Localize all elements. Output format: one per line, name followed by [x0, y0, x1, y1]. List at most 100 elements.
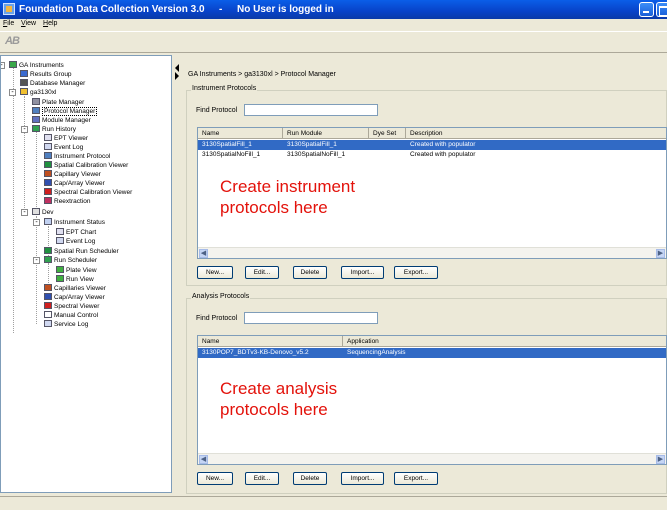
protocol-icon [32, 107, 40, 114]
scroll-left-icon[interactable]: ◀ [199, 249, 208, 258]
tree-item[interactable]: Plate Manager [32, 98, 84, 106]
tree-item[interactable]: EPT Chart [56, 228, 96, 236]
horizontal-scrollbar[interactable]: ◀ ▶ [198, 247, 666, 258]
horizontal-scrollbar[interactable]: ◀ ▶ [198, 453, 666, 464]
find-instrument-protocol-input[interactable] [244, 104, 378, 116]
tree-item-label: Spatial Calibration Viewer [54, 162, 129, 169]
menu-help[interactable]: Help [43, 20, 57, 27]
new-analysis-protocol-button[interactable]: New... [197, 472, 233, 485]
tree-item[interactable]: Event Log [44, 143, 83, 151]
export-instrument-protocol-button[interactable]: Export... [394, 266, 438, 279]
edit-instrument-protocol-button[interactable]: Edit... [245, 266, 279, 279]
tree-expander-icon[interactable]: - [21, 126, 28, 133]
tree-item[interactable]: Run History [32, 125, 76, 133]
instrument-icon [20, 88, 28, 95]
tree-item[interactable]: Service Log [44, 320, 88, 328]
folder-icon [32, 208, 40, 215]
menu-view[interactable]: View [21, 20, 36, 27]
column-header-name[interactable]: Name [198, 128, 283, 139]
tree-item-label: Results Group [30, 71, 72, 78]
collapse-right-icon[interactable] [175, 72, 179, 80]
import-analysis-protocol-button[interactable]: Import... [341, 472, 384, 485]
tree-item[interactable]: Instrument Status [44, 218, 105, 226]
tree-item[interactable]: EPT Viewer [44, 134, 88, 142]
tree-item[interactable]: Spectral Calibration Viewer [44, 188, 132, 196]
cell-name: 3130SpatialNoFill_1 [202, 151, 261, 158]
tree-item-label: Instrument Protocol [54, 153, 111, 160]
tree-item[interactable]: Spatial Calibration Viewer [44, 161, 128, 169]
column-header-dye-set[interactable]: Dye Set [369, 128, 406, 139]
tree-item[interactable]: Module Manager [32, 116, 91, 124]
collapse-left-icon[interactable] [175, 64, 179, 72]
tree-expander-icon[interactable]: - [33, 257, 40, 264]
table-row[interactable]: 3130SpatialNoFill_1 3130SpatialNoFill_1 … [198, 150, 666, 160]
export-analysis-protocol-button[interactable]: Export... [394, 472, 438, 485]
run-history-icon [32, 125, 40, 132]
tree-item-label: Manual Control [54, 312, 99, 319]
user-status: No User is logged in [237, 4, 334, 15]
tree-item-label: Reextraction [54, 198, 91, 205]
minimize-button[interactable] [639, 2, 654, 17]
tree-item[interactable]: GA Instruments [9, 61, 64, 69]
table-row[interactable]: 3130POP7_BDTv3-KB-Denovo_v5.2 Sequencing… [198, 348, 666, 358]
tree-expander-icon[interactable]: - [33, 219, 40, 226]
tree-item[interactable]: Results Group [20, 70, 72, 78]
tree-item[interactable]: Capillaries Viewer [44, 284, 106, 292]
table-row[interactable]: 3130SpatialFill_1 3130SpatialFill_1 Crea… [198, 140, 666, 150]
column-header-description[interactable]: Description [406, 128, 666, 139]
import-instrument-protocol-button[interactable]: Import... [341, 266, 384, 279]
instrument-protocols-table: Name Run Module Dye Set Description 3130… [197, 127, 667, 259]
tree-item[interactable]: Cap/Array Viewer [44, 179, 105, 187]
new-instrument-protocol-button[interactable]: New... [197, 266, 233, 279]
delete-analysis-protocol-button[interactable]: Delete [293, 472, 327, 485]
tree-item[interactable]: Dev [32, 208, 54, 216]
spectral-icon [44, 188, 52, 195]
tree-item[interactable]: Capillary Viewer [44, 170, 101, 178]
array-icon [44, 179, 52, 186]
tree-item[interactable]: Plate View [56, 266, 97, 274]
delete-instrument-protocol-button[interactable]: Delete [293, 266, 327, 279]
tree-item[interactable]: Manual Control [44, 311, 98, 319]
breadcrumb: GA Instruments > ga3130xl > Protocol Man… [188, 71, 336, 78]
column-header-name[interactable]: Name [198, 336, 343, 347]
tree-connector [13, 68, 14, 333]
cell-name: 3130POP7_BDTv3-KB-Denovo_v5.2 [202, 349, 309, 356]
chart-icon [44, 134, 52, 141]
run-view-icon [56, 275, 64, 282]
tree-item[interactable]: Cap/Array Viewer [44, 293, 105, 301]
analysis-protocols-table: Name Application 3130POP7_BDTv3-KB-Denov… [197, 335, 667, 465]
tree-item-label: Database Manager [30, 80, 86, 87]
tree-item[interactable]: Spectral Viewer [44, 302, 99, 310]
tree-expander-icon[interactable]: - [21, 209, 28, 216]
tree-item[interactable]: Protocol Manager [32, 107, 98, 116]
tree-item[interactable]: Event Log [56, 237, 95, 245]
tree-item[interactable]: Database Manager [20, 79, 85, 87]
find-analysis-protocol-input[interactable] [244, 312, 378, 324]
plate-icon [32, 98, 40, 105]
tree-item-label: Cap/Array Viewer [54, 180, 105, 187]
cell-application: SequencingAnalysis [347, 349, 406, 356]
tree-item[interactable]: Spatial Run Scheduler [44, 247, 119, 255]
edit-analysis-protocol-button[interactable]: Edit... [245, 472, 279, 485]
tree-expander-icon[interactable]: - [1, 62, 5, 69]
scroll-right-icon[interactable]: ▶ [656, 455, 665, 464]
tree-item[interactable]: Run Scheduler [44, 256, 97, 264]
tree-item-label: Module Manager [42, 117, 91, 124]
chart-icon [56, 228, 64, 235]
tree-expander-icon[interactable]: - [9, 89, 16, 96]
cell-description: Created with populator [410, 141, 476, 148]
tree-item[interactable]: ga3130xl [20, 88, 56, 96]
tree-item[interactable]: Run View [56, 275, 94, 283]
cell-run-module: 3130SpatialNoFill_1 [287, 151, 346, 158]
tree-item[interactable]: Instrument Protocol [44, 152, 110, 160]
scroll-right-icon[interactable]: ▶ [656, 249, 665, 258]
tree-item[interactable]: Reextraction [44, 197, 91, 205]
column-header-run-module[interactable]: Run Module [283, 128, 369, 139]
tree-item-label: GA Instruments [19, 62, 64, 69]
tree-item-label: Spectral Viewer [54, 303, 100, 310]
maximize-button[interactable] [656, 2, 667, 17]
find-analysis-protocol-label: Find Protocol [196, 315, 238, 322]
column-header-application[interactable]: Application [343, 336, 666, 347]
menu-file[interactable]: File [3, 20, 14, 27]
scroll-left-icon[interactable]: ◀ [199, 455, 208, 464]
